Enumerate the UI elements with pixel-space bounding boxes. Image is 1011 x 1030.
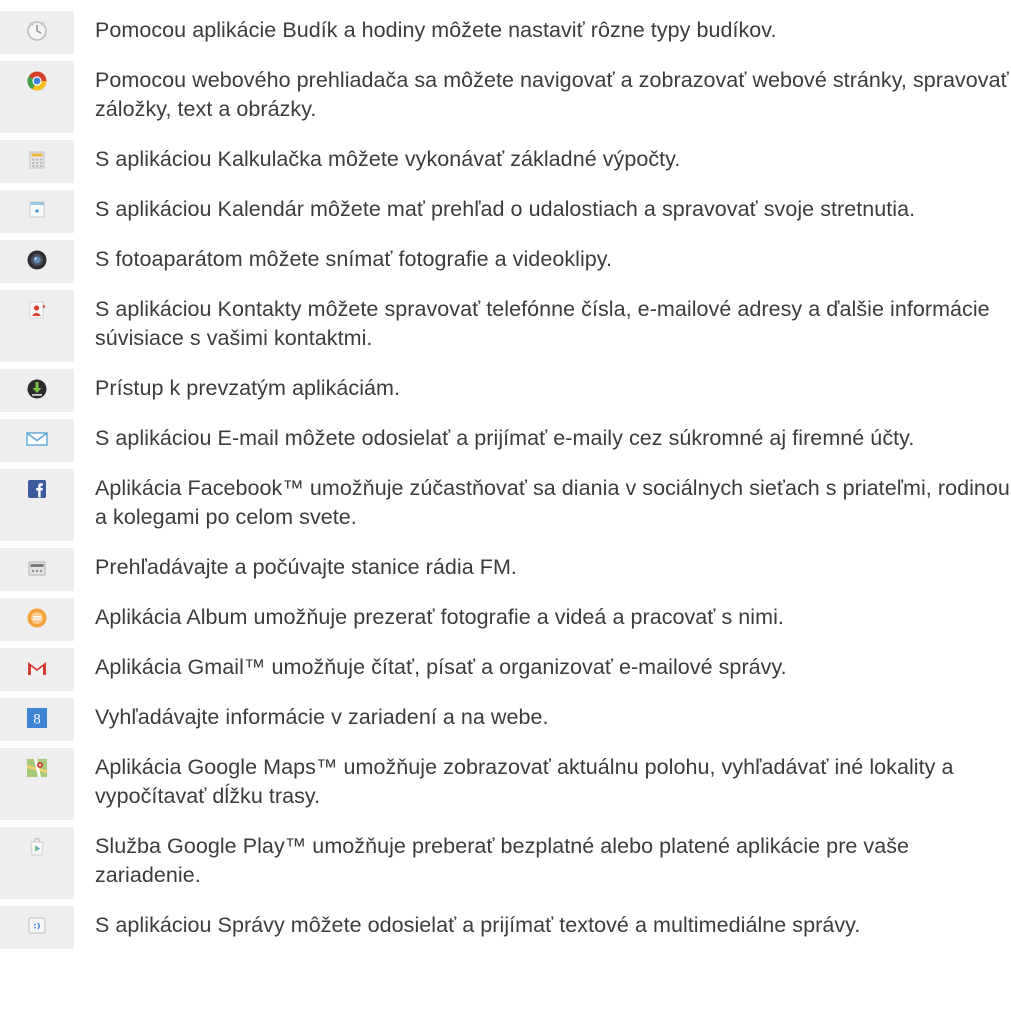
item-description: Prehľadávajte a počúvajte stanice rádia … <box>74 548 1011 591</box>
item-description: Služba Google Play™ umožňuje preberať be… <box>74 827 1011 899</box>
email-icon <box>26 432 48 446</box>
item-description: S aplikáciou E-mail môžete odosielať a p… <box>74 419 1011 462</box>
list-item: Aplikácia Gmail™ umožňuje čítať, písať a… <box>0 648 1011 691</box>
contacts-icon <box>29 301 45 319</box>
messaging-icon <box>28 917 46 934</box>
item-description: Aplikácia Facebook™ umožňuje zúčastňovať… <box>74 469 1011 541</box>
list-item: Aplikácia Facebook™ umožňuje zúčastňovať… <box>0 469 1011 541</box>
app-list: Pomocou aplikácie Budík a hodiny môžete … <box>0 11 1011 956</box>
list-item: S aplikáciou Kalkulačka môžete vykonávať… <box>0 140 1011 183</box>
item-description: S fotoaparátom môžete snímať fotografie … <box>74 240 1011 283</box>
item-description: S aplikáciou Správy môžete odosielať a p… <box>74 906 1011 949</box>
google-maps-icon <box>27 759 47 777</box>
fm-radio-icon <box>28 561 46 576</box>
list-item: S aplikáciou Kontakty môžete spravovať t… <box>0 290 1011 362</box>
item-description: S aplikáciou Kalkulačka môžete vykonávať… <box>74 140 1011 183</box>
item-description: Aplikácia Google Maps™ umožňuje zobrazov… <box>74 748 1011 820</box>
download-icon <box>27 379 47 399</box>
item-description: Prístup k prevzatým aplikáciám. <box>74 369 1011 412</box>
facebook-icon <box>28 480 46 498</box>
item-description: Pomocou aplikácie Budík a hodiny môžete … <box>74 11 1011 54</box>
browser-icon <box>27 71 47 91</box>
list-item: Pomocou webového prehliadača sa môžete n… <box>0 61 1011 133</box>
google-play-icon <box>30 837 44 856</box>
clock-icon <box>27 21 47 41</box>
svg-text:8: 8 <box>33 712 41 728</box>
camera-icon <box>27 250 47 270</box>
item-description: Pomocou webového prehliadača sa môžete n… <box>74 61 1011 133</box>
list-item: Aplikácia Album umožňuje prezerať fotogr… <box>0 598 1011 641</box>
list-item: Pomocou aplikácie Budík a hodiny môžete … <box>0 11 1011 54</box>
list-item: Aplikácia Google Maps™ umožňuje zobrazov… <box>0 748 1011 820</box>
list-item: Prehľadávajte a počúvajte stanice rádia … <box>0 548 1011 591</box>
item-description: Aplikácia Gmail™ umožňuje čítať, písať a… <box>74 648 1011 691</box>
list-item: S aplikáciou E-mail môžete odosielať a p… <box>0 419 1011 462</box>
gmail-icon <box>28 662 46 675</box>
list-item: 8 Vyhľadávajte informácie v zariadení a … <box>0 698 1011 741</box>
list-item: Služba Google Play™ umožňuje preberať be… <box>0 827 1011 899</box>
list-item: Prístup k prevzatým aplikáciám. <box>0 369 1011 412</box>
list-item: S aplikáciou Kalendár môžete mať prehľad… <box>0 190 1011 233</box>
list-item: S aplikáciou Správy môžete odosielať a p… <box>0 906 1011 949</box>
item-description: Aplikácia Album umožňuje prezerať fotogr… <box>74 598 1011 641</box>
calculator-icon <box>29 151 45 169</box>
item-description: S aplikáciou Kontakty môžete spravovať t… <box>74 290 1011 362</box>
list-item: S fotoaparátom môžete snímať fotografie … <box>0 240 1011 283</box>
calendar-icon <box>29 201 45 218</box>
album-icon <box>27 608 47 628</box>
item-description: Vyhľadávajte informácie v zariadení a na… <box>74 698 1011 741</box>
google-search-icon: 8 <box>27 708 47 728</box>
item-description: S aplikáciou Kalendár môžete mať prehľad… <box>74 190 1011 233</box>
